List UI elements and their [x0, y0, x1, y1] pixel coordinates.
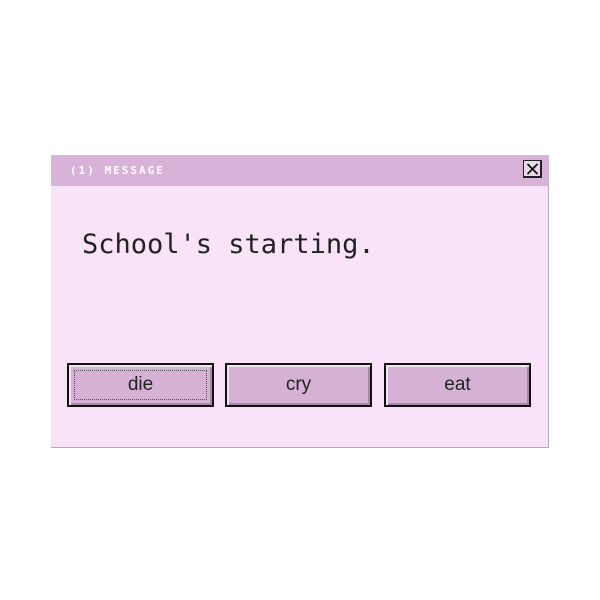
dialog-message: School's starting.	[82, 229, 375, 260]
die-button[interactable]: die	[67, 363, 214, 407]
eat-button-label: eat	[444, 374, 471, 395]
close-button[interactable]	[523, 160, 542, 178]
message-dialog: (1) MESSAGE School's starting. die cry e…	[51, 155, 549, 448]
eat-button[interactable]: eat	[384, 363, 531, 407]
cry-button[interactable]: cry	[225, 363, 372, 407]
title-bar[interactable]: (1) MESSAGE	[51, 155, 549, 186]
cry-button-label: cry	[285, 374, 312, 395]
close-icon	[526, 163, 539, 175]
dialog-title: (1) MESSAGE	[70, 164, 165, 177]
die-button-label: die	[127, 374, 154, 395]
